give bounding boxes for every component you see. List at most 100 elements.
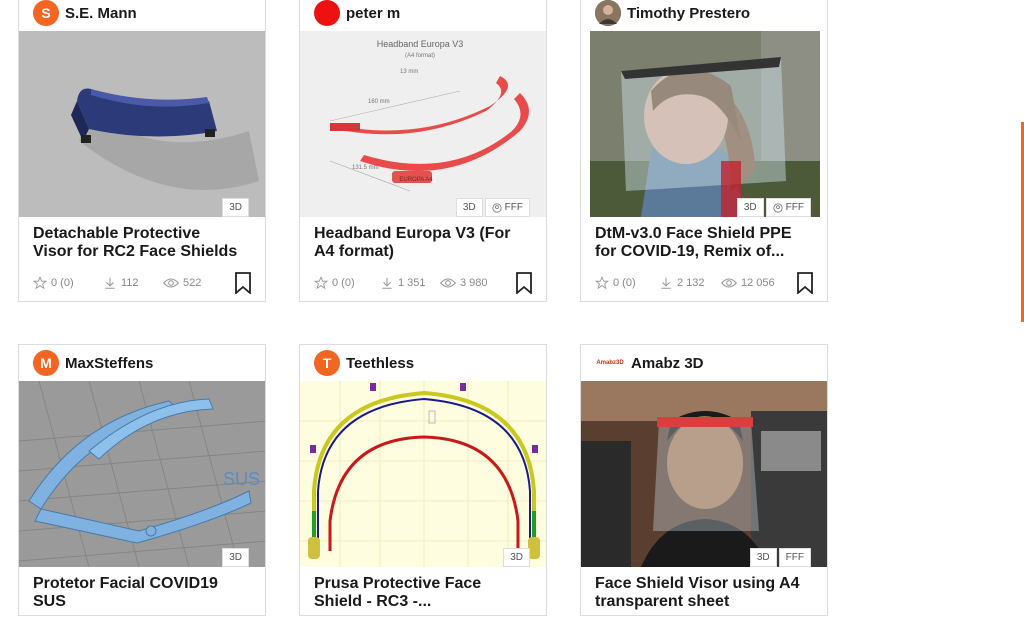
- eye-icon: [440, 278, 456, 288]
- profile-photo-icon: [595, 0, 621, 26]
- model-thumbnail[interactable]: 3D FFF: [581, 31, 827, 217]
- downloads-count: 112: [121, 277, 139, 289]
- title-line: for COVID-19, Remix of...: [595, 243, 785, 260]
- star-icon: [33, 276, 47, 290]
- user-circle-icon: [773, 202, 783, 213]
- author-name[interactable]: peter m: [346, 5, 400, 22]
- bookmark-icon[interactable]: [797, 272, 813, 294]
- avatar[interactable]: S: [33, 0, 59, 26]
- author-name[interactable]: MaxSteffens: [65, 355, 153, 372]
- download-icon: [661, 277, 671, 289]
- eye-icon: [163, 278, 179, 288]
- model-title[interactable]: Detachable Protective Visor for RC2 Face…: [19, 217, 265, 265]
- downloads-count: 2 132: [677, 277, 705, 289]
- card-header: peter m: [300, 0, 546, 31]
- model-thumbnail[interactable]: 3D: [300, 381, 546, 567]
- user-circle-icon: [492, 202, 502, 213]
- downloads-count: 1 351: [398, 277, 426, 289]
- stats-row: 0 (0) 112 522: [19, 265, 265, 301]
- title-line: transparent sheet: [595, 593, 730, 610]
- model-title[interactable]: Protetor Facial COVID19 SUS: [19, 567, 265, 615]
- title-line: Headband Europa V3 (For: [314, 225, 511, 242]
- avatar[interactable]: [595, 0, 621, 26]
- card-header: T Teethless: [300, 345, 546, 381]
- author-name[interactable]: Timothy Prestero: [627, 5, 750, 22]
- badge-3d: 3D: [736, 198, 764, 217]
- card-header: S S.E. Mann: [19, 0, 265, 31]
- dimension-label: 160 mm: [368, 99, 390, 105]
- model-card[interactable]: S S.E. Mann 3D Detachable Protective Vis…: [18, 0, 266, 302]
- model-thumbnail[interactable]: 3D: [19, 31, 265, 217]
- title-line: Protetor Facial COVID19: [33, 575, 218, 592]
- badge-3d: 3D: [455, 198, 483, 217]
- badge-group: 3D: [222, 198, 249, 217]
- likes-count: 0 (0): [613, 277, 636, 289]
- bookmark-icon[interactable]: [235, 272, 251, 294]
- model-title[interactable]: DtM-v3.0 Face Shield PPE for COVID-19, R…: [581, 217, 827, 265]
- model-title[interactable]: Face Shield Visor using A4 transparent s…: [581, 567, 827, 615]
- badge-fff: FFF: [765, 198, 811, 217]
- likes-stat[interactable]: 0 (0): [314, 276, 380, 290]
- badge-fff: FFF: [778, 548, 811, 567]
- title-line: DtM-v3.0 Face Shield PPE: [595, 225, 792, 242]
- model-thumbnail[interactable]: Headband Europa V3 (A4 format) 13 mm 160…: [300, 31, 546, 217]
- views-count: 3 980: [460, 277, 488, 289]
- badge-3d: 3D: [749, 548, 777, 567]
- card-header: Timothy Prestero: [581, 0, 827, 31]
- model-title[interactable]: Headband Europa V3 (For A4 format): [300, 217, 546, 265]
- badge-group: 3D FFF: [749, 548, 811, 567]
- views-stat: 12 056: [721, 276, 775, 290]
- bookmark-icon[interactable]: [516, 272, 532, 294]
- avatar[interactable]: T: [314, 350, 340, 376]
- badge-label: FFF: [785, 202, 804, 213]
- badge-3d: 3D: [222, 198, 249, 217]
- author-name[interactable]: S.E. Mann: [65, 5, 137, 22]
- author-name[interactable]: Teethless: [346, 355, 414, 372]
- title-line: Prusa Protective Face: [314, 575, 482, 592]
- badge-group: 3D FFF: [455, 198, 530, 217]
- likes-stat[interactable]: 0 (0): [33, 276, 103, 290]
- avatar[interactable]: M: [33, 350, 59, 376]
- star-icon: [314, 276, 328, 290]
- title-line: Shield - RC3 -...: [314, 593, 432, 610]
- model-card[interactable]: T Teethless 3D Prusa Protective Face Shi…: [299, 344, 547, 616]
- likes-count: 0 (0): [51, 277, 74, 289]
- brand-logo[interactable]: Amabz3D: [595, 350, 625, 376]
- badge-3d: 3D: [503, 548, 530, 567]
- downloads-stat: 112: [103, 276, 163, 290]
- star-icon: [595, 276, 609, 290]
- model-card[interactable]: Amabz3D Amabz 3D 3D FFF Face Shield Viso…: [580, 344, 828, 616]
- badge-group: 3D FFF: [736, 198, 811, 217]
- eye-icon: [721, 278, 737, 288]
- badge-fff: FFF: [484, 198, 530, 217]
- card-header: Amabz3D Amabz 3D: [581, 345, 827, 381]
- views-stat: 522: [163, 276, 201, 290]
- model-card[interactable]: M MaxSteffens SUS 3D Protetor Facial COV…: [18, 344, 266, 616]
- title-line: SUS: [33, 593, 66, 610]
- model-title[interactable]: Prusa Protective Face Shield - RC3 -...: [300, 567, 546, 615]
- badge-3d: 3D: [222, 548, 249, 567]
- likes-stat[interactable]: 0 (0): [595, 276, 659, 290]
- avatar[interactable]: [314, 0, 340, 26]
- title-line: Face Shield Visor using A4: [595, 575, 800, 592]
- stats-row: 0 (0) 1 351 3 980: [300, 265, 546, 301]
- emboss-text: EUROPA A4: [399, 177, 433, 183]
- emboss-text: SUS: [223, 469, 260, 489]
- stats-row: 0 (0) 2 132 12 056: [581, 265, 827, 301]
- title-line: Visor for RC2 Face Shields: [33, 243, 238, 260]
- badge-label: FFF: [504, 202, 523, 213]
- thumb-heading: Headband Europa V3: [377, 39, 464, 49]
- author-name[interactable]: Amabz 3D: [631, 355, 704, 372]
- views-stat: 3 980: [440, 276, 488, 290]
- card-header: M MaxSteffens: [19, 345, 265, 381]
- download-icon: [382, 277, 392, 289]
- views-count: 12 056: [741, 277, 775, 289]
- brand-logo-text: Amabz3D: [596, 360, 624, 366]
- dimension-label: 131.5 mm: [352, 165, 379, 171]
- badge-group: 3D: [503, 548, 530, 567]
- title-line: Detachable Protective: [33, 225, 201, 242]
- model-thumbnail[interactable]: 3D FFF: [581, 381, 827, 567]
- model-card[interactable]: Timothy Prestero 3D FFF DtM-v3.0 Face Sh…: [580, 0, 828, 302]
- model-card[interactable]: peter m Headband Europa V3 (A4 format) 1…: [299, 0, 547, 302]
- model-thumbnail[interactable]: SUS 3D: [19, 381, 265, 567]
